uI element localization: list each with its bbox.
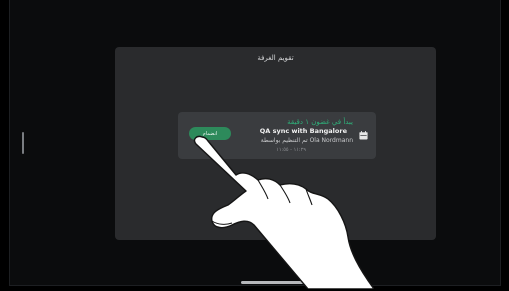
starts-in-text: يبدأ في غضون ١ دقيقة <box>287 118 353 126</box>
side-button <box>22 132 24 154</box>
pointing-hand-icon <box>193 135 374 289</box>
panel-title: تقويم الغرفة <box>257 54 294 62</box>
